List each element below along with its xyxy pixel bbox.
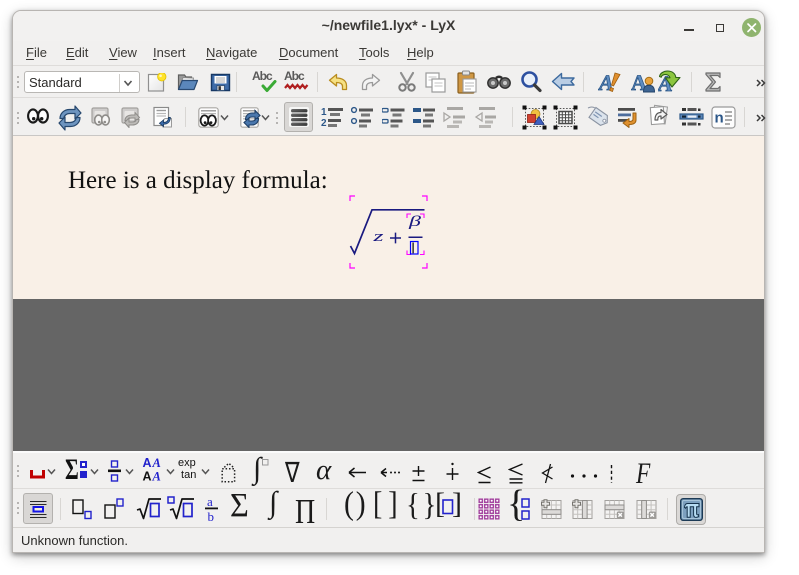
svg-text:z: z: [372, 229, 384, 245]
svg-text:2: 2: [321, 118, 327, 128]
svg-text:a: a: [207, 496, 213, 509]
svg-text:1: 1: [321, 107, 327, 118]
svg-text:A: A: [152, 456, 161, 470]
svg-text:A: A: [152, 470, 161, 484]
svg-text:β: β: [407, 214, 421, 230]
svg-text:A: A: [143, 456, 152, 470]
svg-text:n: n: [715, 110, 724, 127]
svg-text:A: A: [143, 470, 152, 484]
svg-text:b: b: [208, 509, 215, 522]
